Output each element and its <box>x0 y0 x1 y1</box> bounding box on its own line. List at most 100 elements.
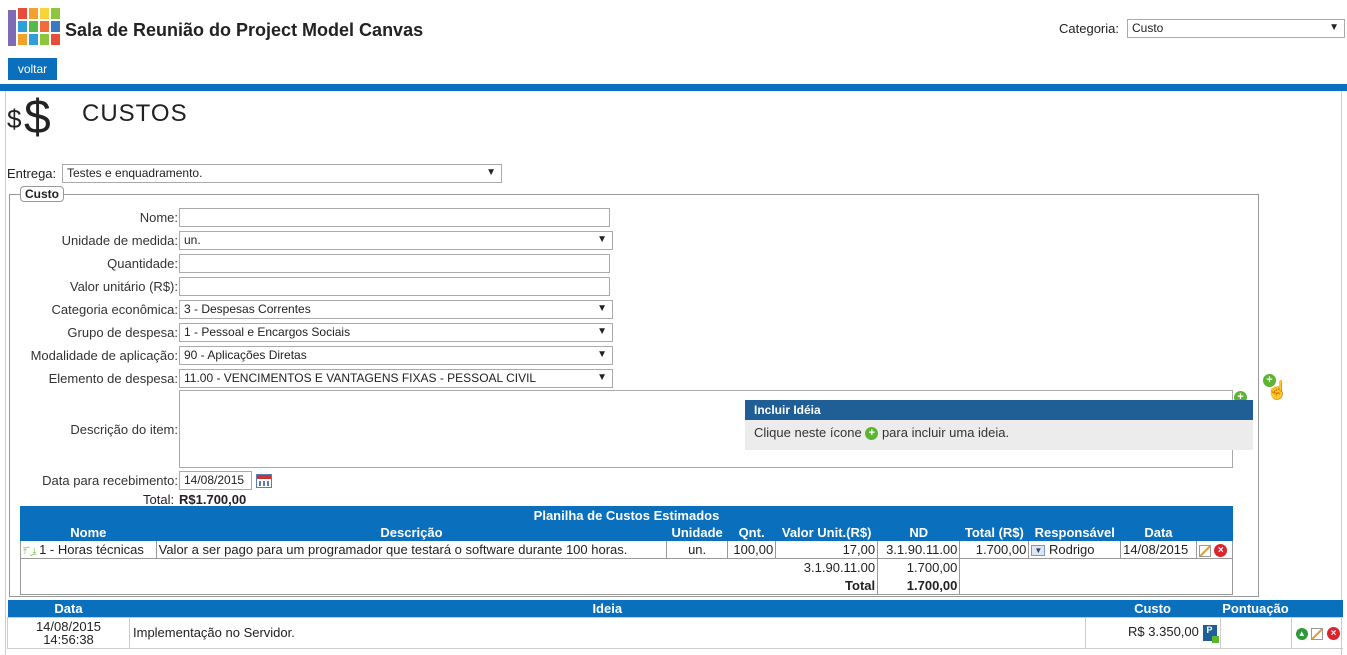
delete-icon[interactable]: × <box>1327 627 1340 641</box>
ideias-table: Data Ideia Custo Pontuação 14/08/2015 14… <box>7 600 1343 649</box>
quantidade-input[interactable] <box>179 254 610 273</box>
tooltip-text-after: para incluir uma ideia. <box>881 425 1010 440</box>
report-icon[interactable]: P <box>1202 624 1219 643</box>
col-ideia-actions <box>1291 600 1343 617</box>
col-pontuacao: Pontuação <box>1220 600 1291 617</box>
app-logo <box>6 4 62 50</box>
ideia-date-cell: 14/08/2015 14:56:38 <box>7 616 130 649</box>
valor-unitario-input[interactable] <box>179 277 610 296</box>
tooltip-text-before: Clique neste ícone <box>754 425 862 440</box>
nome-label: Nome: <box>139 210 178 225</box>
categoria-economica-label: Categoria econômica: <box>51 302 178 317</box>
col-actions <box>1195 523 1234 541</box>
col-nome: Nome <box>20 523 157 541</box>
data-recebimento-label: Data para recebimento: <box>42 473 178 488</box>
data-recebimento-input[interactable]: 14/08/2015 <box>179 471 252 490</box>
table-row: 14/08/2015 14:56:38 Implementação no Ser… <box>7 616 1343 649</box>
qnt-cell: 100,00 <box>726 540 777 559</box>
chevron-down-icon: ▼ <box>597 234 607 245</box>
responsavel-value: Rodrigo <box>1048 542 1095 557</box>
modalidade-label: Modalidade de aplicação: <box>30 348 178 363</box>
calendar-icon[interactable] <box>256 474 272 488</box>
ideia-date: 14/08/2015 <box>35 618 102 634</box>
modalidade-value: 90 - Aplicações Diretas <box>184 348 307 362</box>
valor-unitario-label: Valor unitário (R$): <box>69 279 178 294</box>
categoria-economica-select[interactable]: 3 - Despesas Correntes ▼ <box>179 300 613 319</box>
descricao-cell: Valor a ser pago para um programador que… <box>155 540 668 559</box>
nome-cell: ⤒⌃⌄⤓ 1 - Horas técnicas <box>20 540 157 559</box>
add-icon: + <box>865 427 879 441</box>
unidade-cell: un. <box>666 540 728 559</box>
tooltip-text: Clique neste ícone + para incluir uma id… <box>754 425 1010 441</box>
category-select[interactable]: Custo ▼ <box>1127 19 1345 38</box>
descricao-label: Descrição do item: <box>70 422 178 437</box>
quantidade-label: Quantidade: <box>107 256 178 271</box>
planilha-table: Planilha de Custos Estimados Nome Descri… <box>19 506 1234 595</box>
hand-cursor-icon: ☝ <box>1266 380 1289 400</box>
summary-row: 3.1.90.11.00 1.700,00 <box>19 558 1233 595</box>
tooltip-title: Incluir Idéia <box>745 400 1253 420</box>
unidade-select-value: un. <box>184 233 201 247</box>
chevron-down-icon: ▼ <box>1329 22 1339 33</box>
summary-nd-total: 1.700,00 <box>877 558 961 577</box>
ideia-actions-cell: ▲ × <box>1290 616 1343 649</box>
col-responsavel: Responsável <box>1028 523 1122 541</box>
unidade-select[interactable]: un. ▼ <box>179 231 613 250</box>
edit-icon[interactable] <box>1198 544 1211 557</box>
elemento-label: Elemento de despesa: <box>48 371 178 386</box>
dropdown-icon[interactable]: ▼ <box>1031 545 1046 557</box>
back-button[interactable]: voltar <box>8 58 57 80</box>
actions-cell: × <box>1195 540 1234 559</box>
col-custo: Custo <box>1085 600 1220 617</box>
total-value: R$1.700,00 <box>179 492 247 507</box>
data-cell: 14/08/2015 <box>1120 540 1197 559</box>
reorder-arrows-icon[interactable]: ⤒⌃⌄⤓ <box>23 546 36 556</box>
header-divider <box>0 84 1347 91</box>
col-valor-unit: Valor Unit.(R$) <box>775 523 879 541</box>
modalidade-select[interactable]: 90 - Aplicações Diretas ▼ <box>179 346 613 365</box>
col-descricao: Descrição <box>155 523 668 541</box>
planilha-title: Planilha de Custos Estimados <box>20 506 1233 524</box>
nome-input[interactable] <box>179 208 610 227</box>
entrega-label: Entrega: <box>7 166 57 181</box>
grupo-despesa-select[interactable]: 1 - Pessoal e Encargos Sociais ▼ <box>179 323 613 342</box>
summary-total-value: 1.700,00 <box>877 576 961 595</box>
edit-icon[interactable] <box>1311 627 1324 640</box>
nd-cell: 3.1.90.11.00 <box>877 540 961 559</box>
col-nd: ND <box>877 523 961 541</box>
chevron-down-icon: ▼ <box>597 372 607 383</box>
elemento-select[interactable]: 11.00 - VENCIMENTOS E VANTAGENS FIXAS - … <box>179 369 613 388</box>
col-ideia-data: Data <box>7 600 130 617</box>
total-cell: 1.700,00 <box>959 540 1030 559</box>
category-select-value: Custo <box>1132 21 1164 35</box>
grupo-despesa-label: Grupo de despesa: <box>67 325 178 340</box>
col-qnt: Qnt. <box>726 523 777 541</box>
categoria-economica-value: 3 - Despesas Correntes <box>184 302 311 316</box>
elemento-value: 11.00 - VENCIMENTOS E VANTAGENS FIXAS - … <box>184 371 537 385</box>
table-row: ⤒⌃⌄⤓ 1 - Horas técnicas Valor a ser pago… <box>20 540 1234 559</box>
chevron-down-icon: ▼ <box>597 303 607 314</box>
fieldset-legend: Custo <box>20 186 64 202</box>
grupo-despesa-value: 1 - Pessoal e Encargos Sociais <box>184 325 351 339</box>
chevron-down-icon: ▼ <box>597 349 607 360</box>
delete-icon[interactable]: × <box>1214 544 1228 558</box>
ideia-custo-cell: R$ 3.350,00 P <box>1084 616 1221 649</box>
responsavel-cell: ▼ Rodrigo <box>1028 540 1122 559</box>
unidade-label: Unidade de medida: <box>61 233 178 248</box>
entrega-select[interactable]: Testes e enquadramento. ▼ <box>62 164 502 183</box>
vote-up-icon[interactable]: ▲ <box>1295 627 1308 640</box>
col-unidade: Unidade <box>666 523 728 541</box>
nome-value: 1 - Horas técnicas <box>39 542 144 557</box>
col-ideia: Ideia <box>129 600 1085 617</box>
summary-total-label: Total <box>775 576 879 595</box>
section-title: CUSTOS <box>82 100 188 127</box>
chevron-down-icon: ▼ <box>597 326 607 337</box>
valor-unit-cell: 17,00 <box>775 540 879 559</box>
category-label: Categoria: <box>1059 21 1119 36</box>
entrega-select-value: Testes e enquadramento. <box>67 166 203 180</box>
dollar-large-icon: $ <box>24 91 51 144</box>
chevron-down-icon: ▼ <box>486 167 496 178</box>
total-label: Total: <box>143 492 175 507</box>
col-data: Data <box>1120 523 1197 541</box>
ideia-text-cell: Implementação no Servidor. <box>129 616 1086 649</box>
